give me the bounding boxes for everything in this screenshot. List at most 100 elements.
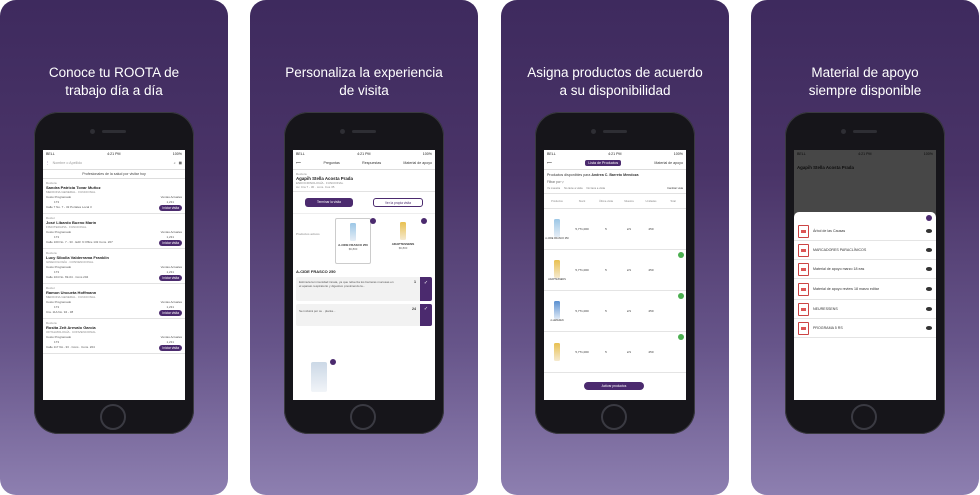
time-label: 4:21 PM	[107, 151, 121, 156]
sales-value: 1,231	[166, 270, 174, 274]
legend-row: Ya muestra No tiene a visita No tiene a …	[544, 184, 686, 194]
eye-icon[interactable]	[926, 229, 932, 233]
activate-products-button[interactable]: Activar productos	[584, 382, 644, 390]
list-item[interactable]: Árbol de las Causas	[794, 222, 936, 241]
search-icon[interactable]: ⌕	[174, 161, 176, 165]
list-item[interactable]: Material de apoyo review 18 marzo editar	[794, 279, 936, 300]
visit-actions: Terminar la visita Ver la propia visita	[293, 192, 435, 213]
goal-label: Costo Programado	[46, 265, 72, 269]
check-icon[interactable]: ✓	[420, 277, 432, 301]
home-button	[100, 404, 126, 430]
product-image	[554, 218, 560, 237]
product-image	[311, 362, 327, 392]
product-name: A-CIDE FRASCO 250	[545, 236, 569, 240]
legend-item: Ya muestra	[547, 187, 561, 190]
col-header: Última visita	[599, 199, 613, 203]
calendar-icon[interactable]: ▦	[179, 161, 182, 165]
note-count: 24	[412, 307, 416, 311]
carrier-label: BELL	[46, 151, 55, 156]
start-visit-button[interactable]: Iniciar visita	[159, 240, 182, 246]
cell-value: 2/1	[626, 350, 632, 354]
support-material-sheet: Árbol de las Causas MARCADORES PARACLÍNI…	[794, 212, 936, 400]
list-item[interactable]: Doctora Rosita Zeit Arevalo Garcia OFTAL…	[43, 319, 185, 354]
table-row[interactable]: A-CIDE FRASCO 250 5,771,000 5 2/1 250	[544, 209, 686, 250]
panel-caption: Asigna productos de acuerdo a su disponi…	[501, 64, 729, 100]
promo-panel-2: Personaliza la experiencia de visita BEL…	[250, 0, 478, 495]
back-icon[interactable]: ⟵	[547, 161, 552, 165]
list-item[interactable]: MARCADORES PARACLÍNICOS	[794, 241, 936, 260]
eye-icon[interactable]	[926, 267, 932, 271]
note-count: 1	[414, 280, 416, 284]
eye-icon[interactable]	[926, 287, 932, 291]
camera-icon	[591, 129, 596, 134]
eye-icon[interactable]	[926, 248, 932, 252]
list-item[interactable]: Doctora Sandra Patricia Tovar Muñoz MEDI…	[43, 179, 185, 214]
back-icon[interactable]: ⟵	[296, 161, 301, 165]
product-image	[554, 259, 560, 278]
cell-value: 2/1	[626, 227, 632, 231]
caption-line-1: Asigna productos de acuerdo	[527, 65, 703, 80]
tab-questions[interactable]: Preguntas	[323, 161, 339, 165]
change-view-button[interactable]: Cambiar vista	[667, 187, 683, 190]
search-bar[interactable]: ⋮ Nombre o Apellido ⌕ ▦	[43, 157, 185, 170]
list-item[interactable]: Doctor José Libardo Bueno Marín FISIOTER…	[43, 214, 185, 249]
tab-support-material[interactable]: Material de apoyo	[654, 161, 683, 165]
col-header: Stock	[578, 199, 586, 203]
list-item[interactable]: Doctor Ramon Uncueta Hoffmann MEDICINA G…	[43, 284, 185, 319]
close-icon[interactable]	[926, 215, 932, 221]
goal-value: 173	[54, 200, 60, 204]
legend-item: No tiene a visita	[586, 187, 606, 190]
cell-value: 5,771,000	[575, 350, 589, 354]
note-card[interactable]: Se incluirá por su · planta... 24 ✓	[296, 304, 432, 326]
doctor-name: Andrea C. Barreto Mendoza	[591, 173, 639, 177]
promo-panel-3: Asigna productos de acuerdo a su disponi…	[501, 0, 729, 495]
cell-value: 5	[605, 227, 607, 231]
product-image	[554, 300, 560, 319]
product-card[interactable]: A-CIDE FRASCO 250 $6,800	[335, 218, 371, 264]
tab-support-material[interactable]: Material de apoyo	[403, 161, 432, 165]
product-image	[554, 343, 560, 361]
material-title: Árbol de las Causas	[813, 229, 846, 233]
sheet-header	[794, 212, 936, 222]
product-name: ADAPTESSENS	[548, 277, 566, 281]
list-item[interactable]: Doctora Lucy Sibolla Valderrama Franklin…	[43, 249, 185, 284]
eye-icon[interactable]	[926, 326, 932, 330]
start-visit-button[interactable]: Iniciar visita	[159, 205, 182, 211]
note-card[interactable]: Estimula la inmunidad innata, ya que ref…	[296, 277, 432, 301]
contact-address: Cra. 11A No. 94 - 38	[46, 310, 74, 314]
search-input[interactable]: Nombre o Apellido	[53, 161, 171, 165]
sales-value: 1,231	[166, 200, 174, 204]
table-row[interactable]: A-LEPEFEN 5,771,000 5 2/1 250	[544, 291, 686, 332]
table-row[interactable]: ADAPTESSENS 5,771,000 5 2/1 250	[544, 250, 686, 291]
menu-icon[interactable]: ⋮	[46, 161, 50, 165]
speaker-icon	[853, 130, 877, 133]
material-title: MARCADORES PARACLÍNICOS	[813, 248, 867, 252]
eye-icon[interactable]	[926, 307, 932, 311]
filter-icon[interactable]: ▽	[562, 180, 564, 184]
cell-value: 2/1	[626, 268, 632, 272]
add-product-button[interactable]	[421, 218, 427, 224]
goal-label: Costo Programado	[46, 195, 72, 199]
start-visit-button[interactable]: Iniciar visita	[159, 275, 182, 281]
list-item[interactable]: PROGRAMA 5 RS	[794, 319, 936, 338]
list-item[interactable]: NEURESSENS	[794, 300, 936, 319]
view-visit-button[interactable]: Ver la propia visita	[373, 198, 423, 207]
check-icon[interactable]: ✓	[420, 304, 432, 326]
cell-value: 5,771,000	[575, 227, 589, 231]
tab-product-list[interactable]: Lista de Productos	[585, 160, 622, 166]
product-name: A-LEPEFEN	[550, 318, 564, 322]
contact-address: Calle 104 No. 69-04 · Cons 204	[46, 275, 89, 279]
cell-value: 5,771,000	[575, 268, 589, 272]
product-card[interactable]: ADAPTESSENS $6,800	[386, 218, 420, 262]
status-bar: BELL 4:21 PM 100%	[43, 150, 185, 157]
start-visit-button[interactable]: Iniciar visita	[159, 345, 182, 351]
phone-screen: BELL 4:21 PM 100% Agapih Stella Acosta P…	[794, 150, 936, 400]
tab-answers[interactable]: Respuestas	[362, 161, 381, 165]
list-item[interactable]: Material de apoyo marzo 18 eas	[794, 260, 936, 279]
start-visit-button[interactable]: Iniciar visita	[159, 310, 182, 316]
add-product-button[interactable]	[370, 218, 376, 224]
end-visit-button[interactable]: Terminar la visita	[305, 198, 353, 207]
table-row[interactable]: 5,771,000 5 2/1 250	[544, 332, 686, 373]
sales-label: Ventas Actuales	[160, 335, 182, 339]
add-product-button[interactable]	[330, 359, 336, 365]
